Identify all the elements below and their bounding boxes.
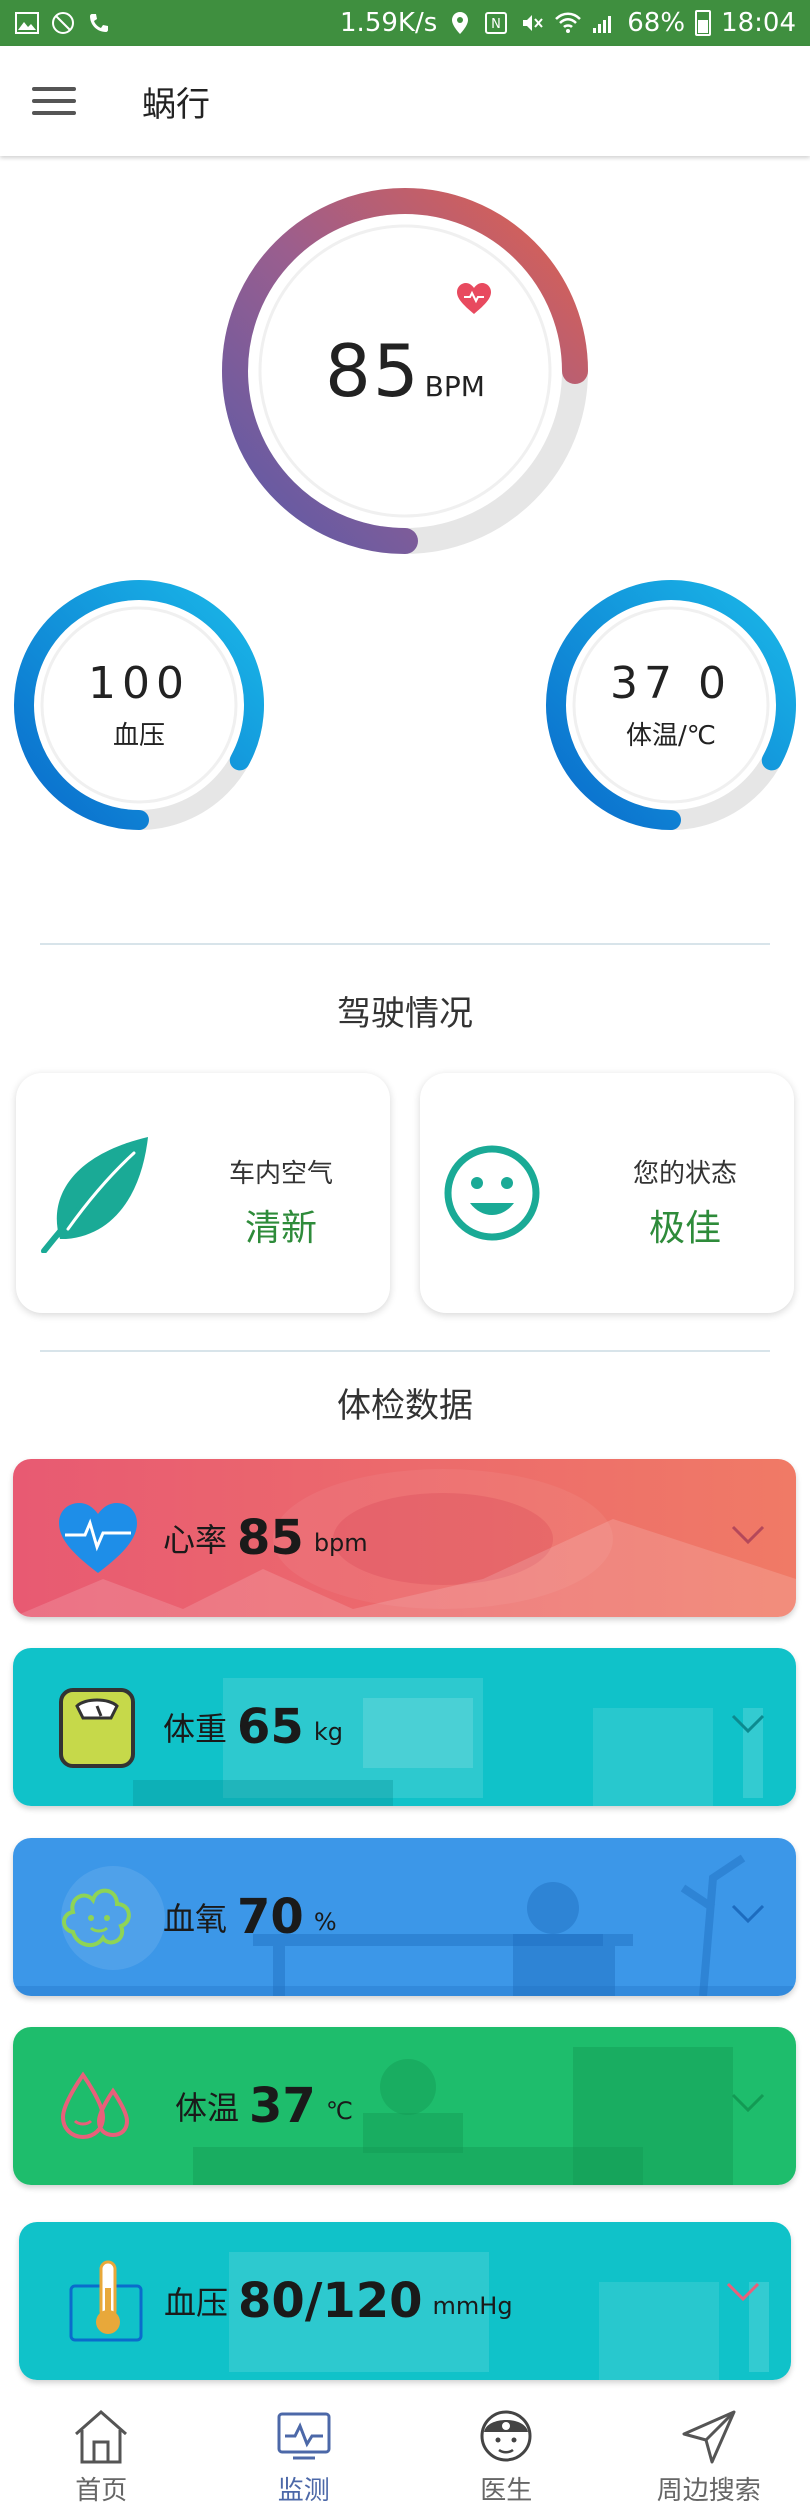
temperature-data: 体温 37 ℃ xyxy=(175,2027,353,2185)
blood-oxygen-data: 血氧 70 % xyxy=(163,1838,337,1996)
section-divider xyxy=(40,1350,770,1352)
temperature-card[interactable]: 体温 37 ℃ xyxy=(13,2027,796,2185)
nav-label-doctor: 医生 xyxy=(480,2476,533,2506)
driving-section-title: 驾驶情况 xyxy=(337,994,473,1034)
chevron-down-icon[interactable] xyxy=(730,1712,766,1736)
nav-label-monitor: 监测 xyxy=(277,2476,330,2506)
temperature-name: 体温 xyxy=(175,2089,240,2127)
home-icon xyxy=(75,2410,128,2464)
blood-oxygen-card[interactable]: 血氧 70 % xyxy=(13,1838,796,1996)
blood-pressure-data-unit: mmHg xyxy=(432,2292,513,2320)
driver-status-card[interactable]: 您的状态 极佳 xyxy=(420,1073,794,1313)
blood-pressure-name: 血压 xyxy=(164,2284,229,2322)
blood-oxygen-value: 70 xyxy=(237,1889,304,1945)
weight-value: 65 xyxy=(237,1699,304,1755)
battery-percent: 68% xyxy=(627,8,686,38)
blood-oxygen-name: 血氧 xyxy=(163,1900,228,1938)
weight-unit: kg xyxy=(313,1718,343,1746)
blood-pressure-card[interactable]: 血压 80/120 mmHg xyxy=(19,2222,791,2380)
blood-pressure-data-value: 80/120 xyxy=(238,2273,423,2329)
chevron-down-icon[interactable] xyxy=(725,2280,761,2304)
chevron-down-icon[interactable] xyxy=(730,2091,766,2115)
svg-text:N: N xyxy=(491,17,501,32)
bottom-navigation: 首页 监测 医生 周边搜索 xyxy=(0,2390,810,2508)
signal-icon xyxy=(591,10,617,36)
chevron-down-icon[interactable] xyxy=(730,1523,766,1547)
status-bar-right: 1.59K/s N 68% 18:04 xyxy=(340,8,796,38)
smiley-face-icon xyxy=(442,1143,542,1243)
wifi-icon xyxy=(555,10,582,36)
network-speed: 1.59K/s xyxy=(340,8,438,38)
nav-item-monitor[interactable]: 监测 xyxy=(203,2390,406,2508)
temperature-gauge: 37 0 体温/℃ xyxy=(544,578,798,832)
blocked-icon xyxy=(50,10,76,36)
gallery-icon xyxy=(14,10,40,36)
temperature-value: 37 0 xyxy=(610,658,732,709)
app-title: 蜗行 xyxy=(142,84,210,125)
temperature-label: 体温/℃ xyxy=(626,721,716,751)
driver-status-value: 极佳 xyxy=(648,1208,721,1249)
oxygen-bubble-icon xyxy=(55,1874,141,1960)
temperature-drops-icon xyxy=(55,2063,141,2149)
nav-item-doctor[interactable]: 医生 xyxy=(405,2390,608,2508)
section-divider xyxy=(40,943,770,945)
weight-name: 体重 xyxy=(163,1710,228,1748)
leaf-icon xyxy=(38,1131,154,1254)
monitor-icon xyxy=(277,2412,331,2460)
weight-card[interactable]: 体重 65 kg xyxy=(13,1648,796,1806)
heart-rate-data-value: 85 xyxy=(237,1510,304,1566)
thermometer-icon xyxy=(67,2258,153,2344)
chevron-down-icon[interactable] xyxy=(730,1902,766,1926)
health-section-title: 体检数据 xyxy=(337,1386,473,1426)
clock: 18:04 xyxy=(721,8,796,38)
heart-rate-card[interactable]: 心率 85 bpm xyxy=(13,1459,796,1617)
battery-icon xyxy=(695,10,712,36)
call-icon xyxy=(86,10,112,36)
blood-oxygen-unit: % xyxy=(313,1908,337,1936)
scale-icon xyxy=(55,1684,141,1770)
heart-rate-name: 心率 xyxy=(163,1521,228,1559)
heart-rate-gauge: 85 BPM xyxy=(220,186,590,556)
heart-rate-data: 心率 85 bpm xyxy=(163,1459,368,1617)
heart-rate-readout: 85 BPM xyxy=(220,186,590,556)
temperature-readout: 37 0 体温/℃ xyxy=(544,578,798,832)
nfc-icon: N xyxy=(483,10,509,36)
navigation-arrow-icon xyxy=(682,2410,736,2464)
blood-pressure-gauge: 100 血压 xyxy=(12,578,266,832)
doctor-icon xyxy=(480,2410,532,2462)
air-quality-card[interactable]: 车内空气 清新 xyxy=(16,1073,390,1313)
blood-pressure-readout: 100 血压 xyxy=(12,578,266,832)
nav-item-home[interactable]: 首页 xyxy=(0,2390,203,2508)
air-quality-label: 车内空气 xyxy=(228,1159,333,1189)
weight-data: 体重 65 kg xyxy=(163,1648,343,1806)
hamburger-menu-icon[interactable] xyxy=(26,73,82,129)
temperature-data-value: 37 xyxy=(249,2078,316,2134)
nav-label-nearby-search: 周边搜索 xyxy=(656,2476,761,2506)
status-bar: 1.59K/s N 68% 18:04 xyxy=(0,0,810,46)
heart-rate-data-unit: bpm xyxy=(313,1529,368,1557)
driver-status-label: 您的状态 xyxy=(632,1159,737,1189)
blood-pressure-value: 100 xyxy=(88,658,190,709)
mute-icon xyxy=(519,10,545,36)
blood-pressure-label: 血压 xyxy=(112,721,165,751)
air-quality-value: 清新 xyxy=(244,1208,317,1249)
heart-rate-value: 85 xyxy=(325,329,421,413)
nav-label-home: 首页 xyxy=(75,2476,128,2506)
heart-rate-unit: BPM xyxy=(424,370,485,403)
app-bar: 蜗行 xyxy=(0,46,810,156)
temperature-data-unit: ℃ xyxy=(325,2097,353,2125)
heart-pulse-icon xyxy=(456,282,492,316)
blood-pressure-data: 血压 80/120 mmHg xyxy=(164,2222,513,2380)
heart-icon xyxy=(55,1495,141,1581)
location-icon xyxy=(447,10,473,36)
status-bar-left xyxy=(14,10,112,36)
nav-item-nearby-search[interactable]: 周边搜索 xyxy=(608,2390,810,2508)
